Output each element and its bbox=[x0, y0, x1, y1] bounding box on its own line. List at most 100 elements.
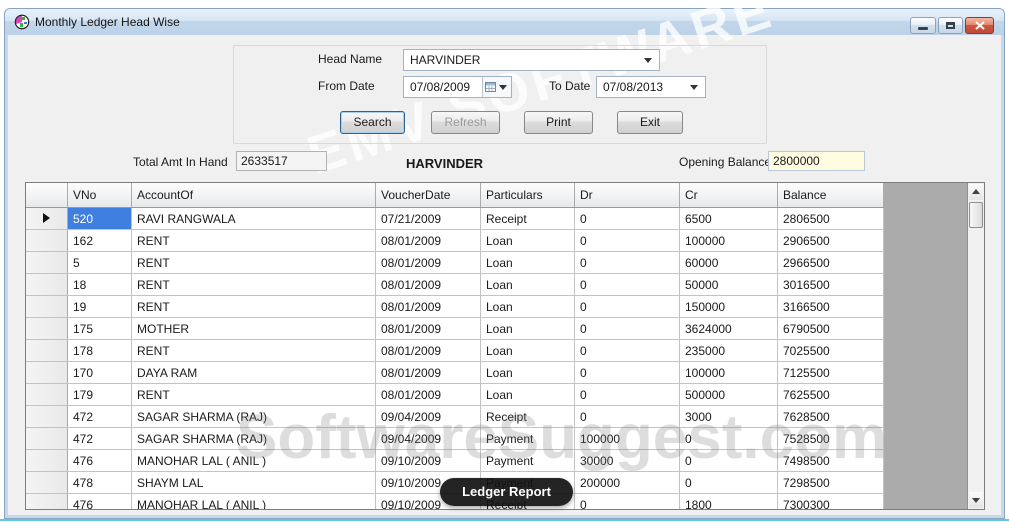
grid-cell[interactable]: 3166500 bbox=[777, 295, 884, 318]
grid-cell[interactable]: 3624000 bbox=[679, 317, 778, 340]
scroll-down-button[interactable] bbox=[969, 492, 983, 508]
grid-cell[interactable]: RENT bbox=[131, 295, 376, 318]
from-date-picker[interactable]: 07/08/2009 bbox=[403, 76, 512, 98]
grid-cell[interactable]: Loan bbox=[480, 273, 575, 296]
grid-cell[interactable]: Loan bbox=[480, 251, 575, 274]
grid-cell[interactable]: 0 bbox=[574, 273, 680, 296]
grid-cell[interactable]: Loan bbox=[480, 295, 575, 318]
row-selector[interactable] bbox=[26, 383, 68, 406]
grid-cell[interactable]: DAYA RAM bbox=[131, 361, 376, 384]
grid-cell[interactable]: 7298500 bbox=[777, 471, 884, 494]
grid-cell[interactable]: 08/01/2009 bbox=[375, 317, 481, 340]
grid-cell[interactable]: RENT bbox=[131, 229, 376, 252]
grid-cell[interactable]: 08/01/2009 bbox=[375, 229, 481, 252]
scrollbar-thumb[interactable] bbox=[969, 202, 983, 228]
grid-cell[interactable]: 08/01/2009 bbox=[375, 339, 481, 362]
grid-cell[interactable]: 100000 bbox=[679, 361, 778, 384]
grid-cell[interactable]: 476 bbox=[67, 493, 132, 509]
refresh-button[interactable]: Refresh bbox=[431, 111, 500, 134]
print-button[interactable]: Print bbox=[524, 111, 593, 134]
grid-cell[interactable]: 100000 bbox=[679, 229, 778, 252]
grid-cell[interactable]: 179 bbox=[67, 383, 132, 406]
maximize-button[interactable] bbox=[938, 17, 963, 34]
grid-cell[interactable]: 235000 bbox=[679, 339, 778, 362]
grid-cell[interactable]: 7025500 bbox=[777, 339, 884, 362]
grid-cell[interactable]: 0 bbox=[574, 295, 680, 318]
scroll-up-button[interactable] bbox=[969, 184, 983, 200]
close-button[interactable] bbox=[965, 17, 994, 34]
grid-cell[interactable]: 472 bbox=[67, 427, 132, 450]
grid-cell[interactable]: Loan bbox=[480, 361, 575, 384]
grid-cell[interactable]: 6500 bbox=[679, 207, 778, 230]
search-button[interactable]: Search bbox=[340, 111, 405, 134]
column-header[interactable]: VoucherDate bbox=[375, 183, 481, 208]
grid-cell[interactable]: 19 bbox=[67, 295, 132, 318]
column-header[interactable]: Particulars bbox=[480, 183, 575, 208]
grid-cell[interactable]: 0 bbox=[574, 229, 680, 252]
grid-cell[interactable]: 175 bbox=[67, 317, 132, 340]
grid-cell[interactable]: 2806500 bbox=[777, 207, 884, 230]
row-selector[interactable] bbox=[26, 229, 68, 252]
grid-cell[interactable]: 478 bbox=[67, 471, 132, 494]
row-selector[interactable] bbox=[26, 273, 68, 296]
grid-cell[interactable]: 150000 bbox=[679, 295, 778, 318]
grid-cell[interactable]: MOTHER bbox=[131, 317, 376, 340]
grid-cell[interactable]: 5 bbox=[67, 251, 132, 274]
row-selector[interactable] bbox=[26, 493, 68, 509]
grid-cell[interactable]: 0 bbox=[574, 251, 680, 274]
grid-cell[interactable]: 6790500 bbox=[777, 317, 884, 340]
grid-cell[interactable]: SHAYM LAL bbox=[131, 471, 376, 494]
column-header[interactable]: VNo bbox=[67, 183, 132, 208]
row-selector[interactable] bbox=[26, 251, 68, 274]
column-header[interactable]: Balance bbox=[777, 183, 884, 208]
grid-cell[interactable]: Receipt bbox=[480, 207, 575, 230]
minimize-button[interactable] bbox=[910, 17, 936, 34]
grid-cell[interactable]: 2966500 bbox=[777, 251, 884, 274]
grid-cell[interactable]: 3016500 bbox=[777, 273, 884, 296]
vertical-scrollbar[interactable] bbox=[967, 183, 984, 509]
grid-cell[interactable]: 2906500 bbox=[777, 229, 884, 252]
row-selector[interactable] bbox=[26, 427, 68, 450]
grid-cell[interactable]: 08/01/2009 bbox=[375, 295, 481, 318]
column-header[interactable]: AccountOf bbox=[131, 183, 376, 208]
opening-balance-input[interactable] bbox=[768, 151, 865, 171]
grid-cell[interactable]: RAVI RANGWALA bbox=[131, 207, 376, 230]
grid-cell[interactable]: 0 bbox=[574, 317, 680, 340]
grid-cell[interactable]: 0 bbox=[574, 207, 680, 230]
row-selector[interactable] bbox=[26, 295, 68, 318]
grid-cell[interactable]: Loan bbox=[480, 339, 575, 362]
grid-cell[interactable]: 162 bbox=[67, 229, 132, 252]
grid-cell[interactable]: 476 bbox=[67, 449, 132, 472]
grid-cell[interactable]: 7125500 bbox=[777, 361, 884, 384]
grid-cell[interactable]: MANOHAR LAL ( ANIL ) bbox=[131, 493, 376, 509]
row-selector[interactable] bbox=[26, 405, 68, 428]
grid-cell[interactable]: 472 bbox=[67, 405, 132, 428]
grid-cell[interactable]: 200000 bbox=[574, 471, 680, 494]
row-selector[interactable] bbox=[26, 317, 68, 340]
exit-button[interactable]: Exit bbox=[617, 111, 683, 134]
grid-cell[interactable]: 08/01/2009 bbox=[375, 273, 481, 296]
grid-cell[interactable]: RENT bbox=[131, 251, 376, 274]
column-header[interactable]: Cr bbox=[679, 183, 778, 208]
grid-cell[interactable]: Loan bbox=[480, 229, 575, 252]
total-amt-input[interactable] bbox=[236, 151, 327, 171]
grid-cell[interactable]: 0 bbox=[574, 361, 680, 384]
grid-cell[interactable]: 178 bbox=[67, 339, 132, 362]
row-selector[interactable] bbox=[26, 339, 68, 362]
grid-cell[interactable]: 0 bbox=[679, 471, 778, 494]
date-picker-button[interactable] bbox=[482, 77, 511, 97]
grid-cell[interactable]: 08/01/2009 bbox=[375, 251, 481, 274]
grid-cell[interactable]: RENT bbox=[131, 273, 376, 296]
row-selector-header[interactable] bbox=[26, 183, 68, 208]
head-name-combobox[interactable]: HARVINDER bbox=[403, 49, 660, 71]
column-header[interactable]: Dr bbox=[574, 183, 680, 208]
row-selector[interactable] bbox=[26, 471, 68, 494]
grid-cell[interactable]: Loan bbox=[480, 317, 575, 340]
grid-cell[interactable]: 50000 bbox=[679, 273, 778, 296]
grid-cell[interactable]: 0 bbox=[574, 339, 680, 362]
grid-cell[interactable]: 60000 bbox=[679, 251, 778, 274]
grid-cell[interactable]: 170 bbox=[67, 361, 132, 384]
row-selector[interactable] bbox=[26, 207, 68, 230]
grid-cell[interactable]: 07/21/2009 bbox=[375, 207, 481, 230]
grid-cell[interactable]: 520 bbox=[67, 207, 132, 230]
